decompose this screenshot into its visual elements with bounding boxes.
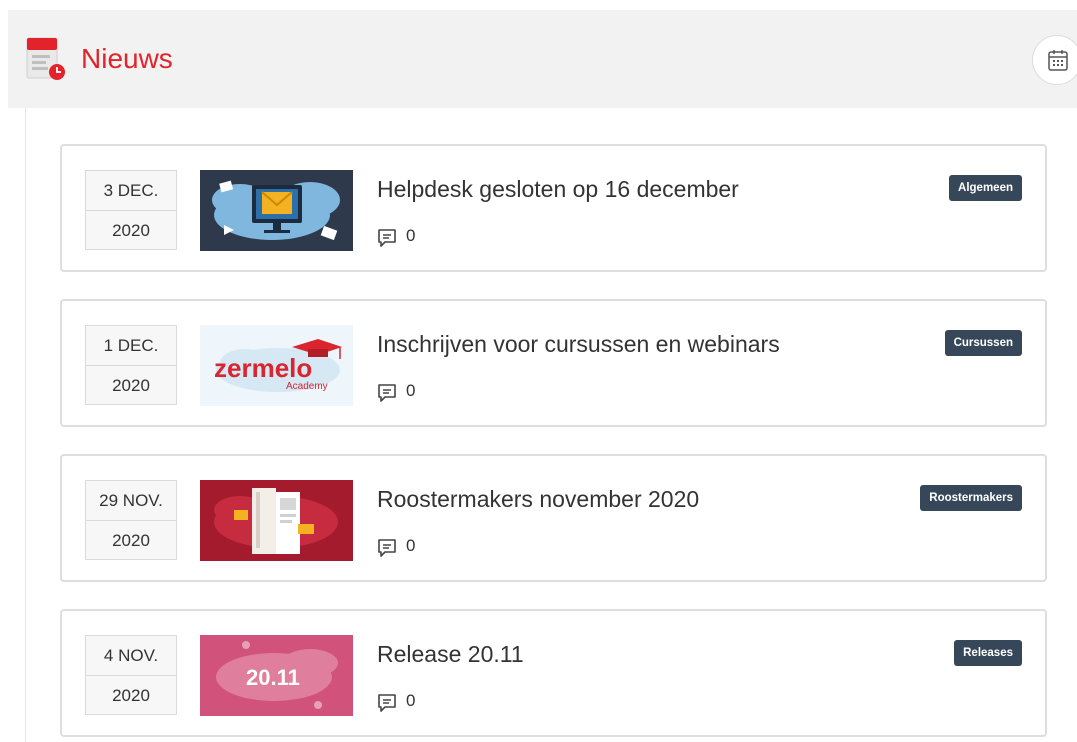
- category-tag[interactable]: Releases: [954, 640, 1022, 666]
- date-badge: 29 NOV. 2020: [85, 480, 177, 560]
- comment-count-value: 0: [406, 226, 416, 245]
- comment-count-value: 0: [406, 536, 416, 555]
- page-title: Nieuws: [81, 43, 173, 74]
- date-year: 2020: [112, 376, 150, 395]
- news-title[interactable]: Helpdesk gesloten op 16 december: [377, 176, 739, 203]
- academy-logo-text: Academy: [286, 381, 328, 392]
- news-title[interactable]: Release 20.11: [377, 641, 524, 668]
- calendar-icon: [1048, 50, 1068, 71]
- news-document-icon: [26, 37, 65, 80]
- date-year: 2020: [112, 686, 150, 705]
- news-thumbnail: 20.11: [200, 635, 353, 716]
- calendar-button[interactable]: [1032, 35, 1077, 85]
- date-day: 3 DEC.: [86, 171, 176, 211]
- news-title[interactable]: Roostermakers november 2020: [377, 486, 699, 513]
- date-badge: 4 NOV. 2020: [85, 635, 177, 715]
- news-item[interactable]: 1 DEC. 2020 zermelo Academy Inschrijven …: [60, 299, 1047, 427]
- comment-icon: [378, 229, 396, 247]
- category-tag[interactable]: Roostermakers: [920, 485, 1022, 511]
- date-day: 4 NOV.: [86, 636, 176, 676]
- news-item[interactable]: 4 NOV. 2020 20.11 Release 20.11 0 Releas…: [60, 609, 1047, 737]
- category-tag[interactable]: Cursussen: [944, 330, 1022, 356]
- date-badge: 3 DEC. 2020: [85, 170, 177, 250]
- date-day: 29 NOV.: [86, 481, 176, 521]
- category-tag[interactable]: Algemeen: [949, 175, 1022, 201]
- comment-count-value: 0: [406, 381, 416, 400]
- news-thumbnail: [200, 170, 353, 251]
- news-title[interactable]: Inschrijven voor cursussen en webinars: [377, 331, 780, 358]
- comment-icon: [378, 539, 396, 557]
- date-badge: 1 DEC. 2020: [85, 325, 177, 405]
- news-thumbnail: zermelo Academy: [200, 325, 353, 406]
- news-item[interactable]: 3 DEC. 2020 Helpdesk gesloten op 16 dece…: [60, 144, 1047, 272]
- date-year: 2020: [112, 221, 150, 240]
- comment-icon: [378, 384, 396, 402]
- news-thumbnail: [200, 480, 353, 561]
- comment-count-value: 0: [406, 691, 416, 710]
- date-year: 2020: [112, 531, 150, 550]
- news-item[interactable]: 29 NOV. 2020 Roostermakers november 2020…: [60, 454, 1047, 582]
- release-number-text: 20.11: [246, 665, 300, 690]
- zermelo-logo-text: zermelo: [214, 353, 312, 383]
- page-header: Nieuws: [8, 10, 1077, 108]
- date-day: 1 DEC.: [86, 326, 176, 366]
- comment-icon: [378, 694, 396, 712]
